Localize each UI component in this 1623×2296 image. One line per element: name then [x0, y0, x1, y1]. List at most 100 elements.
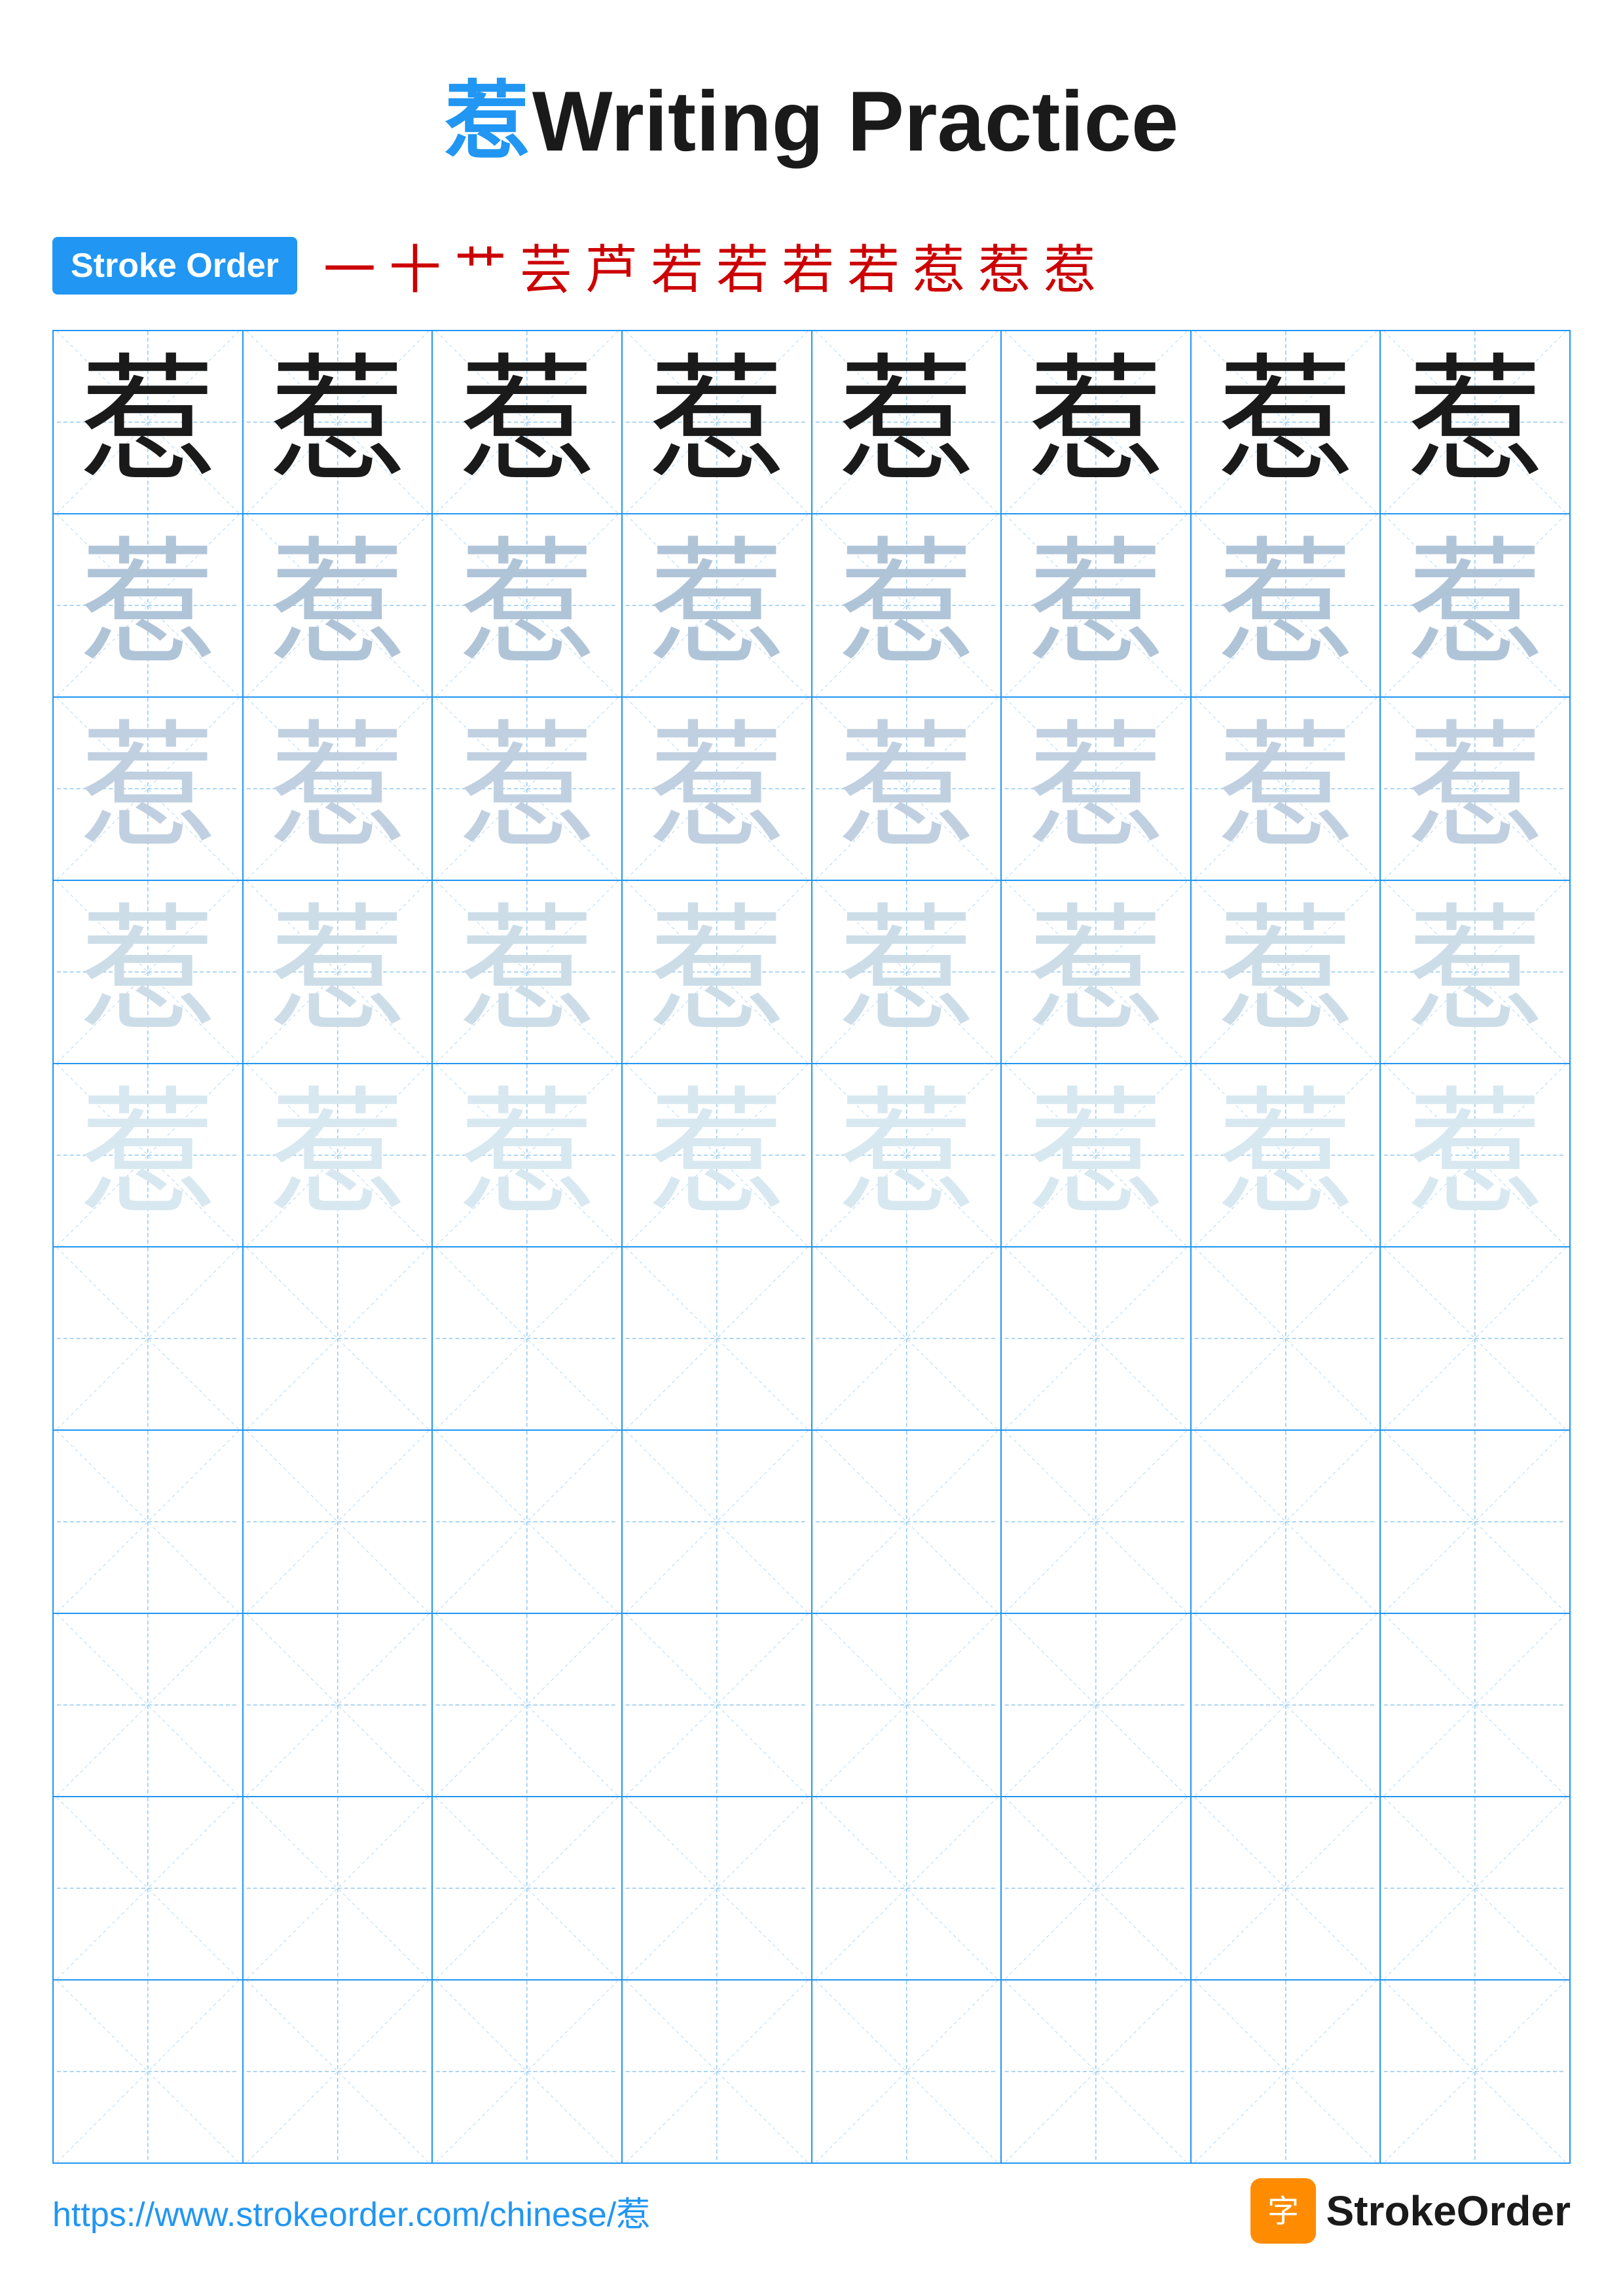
grid-cell [53, 1797, 243, 1980]
stroke-order-badge: Stroke Order [52, 237, 297, 295]
grid-cell [812, 1247, 1002, 1430]
grid-cell: 惹 [432, 880, 622, 1064]
grid-cell [243, 1980, 433, 2163]
stroke-char-4: 芸 [520, 228, 572, 304]
stroke-char-1: 一 [323, 228, 376, 304]
stroke-char-8: 若 [782, 228, 834, 304]
grid-cell [1380, 1980, 1570, 2163]
grid-cell [1191, 1613, 1381, 1797]
grid-cell [243, 1247, 433, 1430]
grid-cell: 惹 [1380, 697, 1570, 880]
practice-grid-container: 惹惹惹惹惹惹惹惹惹惹惹惹惹惹惹惹惹惹惹惹惹惹惹惹惹惹惹惹惹惹惹惹惹惹惹惹惹惹惹惹 [52, 330, 1571, 2164]
grid-cell: 惹 [1191, 880, 1381, 1064]
grid-cell: 惹 [1001, 880, 1191, 1064]
grid-cell: 惹 [432, 697, 622, 880]
footer: https://www.strokeorder.com/chinese/惹 字 … [0, 2178, 1623, 2244]
grid-cell [1380, 1613, 1570, 1797]
grid-cell: 惹 [243, 331, 433, 514]
grid-cell [622, 1613, 812, 1797]
grid-cell: 惹 [432, 331, 622, 514]
grid-cell: 惹 [53, 331, 243, 514]
grid-cell [53, 1613, 243, 1797]
grid-cell [1380, 1797, 1570, 1980]
grid-cell: 惹 [243, 514, 433, 697]
footer-url: https://www.strokeorder.com/chinese/惹 [52, 2187, 650, 2236]
grid-cell [243, 1613, 433, 1797]
grid-cell [1001, 1613, 1191, 1797]
grid-cell [1001, 1980, 1191, 2163]
grid-cell: 惹 [812, 331, 1002, 514]
grid-cell [812, 1430, 1002, 1613]
grid-cell: 惹 [53, 514, 243, 697]
stroke-char-3: 艹 [454, 228, 507, 304]
stroke-char-7: 若 [716, 228, 769, 304]
grid-cell [1001, 1247, 1191, 1430]
grid-cell: 惹 [1001, 1064, 1191, 1247]
grid-cell [1191, 1247, 1381, 1430]
grid-cell [812, 1980, 1002, 2163]
grid-cell [622, 1247, 812, 1430]
grid-cell [53, 1980, 243, 2163]
grid-cell: 惹 [812, 514, 1002, 697]
svg-text:字: 字 [1267, 2195, 1299, 2229]
grid-cell: 惹 [812, 880, 1002, 1064]
grid-cell: 惹 [243, 880, 433, 1064]
grid-cell [432, 1247, 622, 1430]
grid-cell: 惹 [432, 514, 622, 697]
grid-cell: 惹 [622, 880, 812, 1064]
grid-cell [1191, 1980, 1381, 2163]
grid-cell: 惹 [1380, 331, 1570, 514]
grid-cell: 惹 [1380, 514, 1570, 697]
grid-cell [1191, 1430, 1381, 1613]
grid-cell: 惹 [1191, 697, 1381, 880]
grid-cell [812, 1797, 1002, 1980]
title-text: Writing Practice [532, 73, 1178, 169]
grid-cell: 惹 [622, 697, 812, 880]
grid-cell: 惹 [1001, 331, 1191, 514]
grid-cell: 惹 [1191, 1064, 1381, 1247]
grid-cell [812, 1613, 1002, 1797]
grid-cell [1380, 1247, 1570, 1430]
grid-cell: 惹 [243, 697, 433, 880]
grid-cell: 惹 [622, 514, 812, 697]
grid-cell: 惹 [1001, 514, 1191, 697]
grid-cell [622, 1430, 812, 1613]
stroke-char-9: 若 [847, 228, 900, 304]
grid-cell [1191, 1797, 1381, 1980]
stroke-order-row: Stroke Order 一 十 艹 芸 芦 若 若 若 若 惹 惹 惹 [52, 228, 1571, 304]
grid-cell: 惹 [622, 1064, 812, 1247]
stroke-order-chars: 一 十 艹 芸 芦 若 若 若 若 惹 惹 惹 [323, 228, 1096, 304]
grid-cell: 惹 [1001, 697, 1191, 880]
grid-cell [432, 1430, 622, 1613]
grid-cell: 惹 [432, 1064, 622, 1247]
grid-cell: 惹 [622, 331, 812, 514]
grid-cell [1380, 1430, 1570, 1613]
grid-cell: 惹 [53, 697, 243, 880]
grid-cell [243, 1797, 433, 1980]
stroke-char-10: 惹 [913, 228, 965, 304]
grid-cell: 惹 [812, 697, 1002, 880]
grid-cell: 惹 [1191, 514, 1381, 697]
grid-cell [53, 1247, 243, 1430]
grid-cell: 惹 [243, 1064, 433, 1247]
grid-cell [243, 1430, 433, 1613]
stroke-char-11: 惹 [978, 228, 1030, 304]
grid-cell: 惹 [812, 1064, 1002, 1247]
grid-cell: 惹 [1380, 1064, 1570, 1247]
grid-cell [432, 1980, 622, 2163]
title-chinese-char: 惹 [445, 75, 530, 170]
grid-cell [622, 1980, 812, 2163]
grid-cell [53, 1430, 243, 1613]
grid-cell [432, 1797, 622, 1980]
logo-text: StrokeOrder [1326, 2187, 1571, 2235]
grid-cell: 惹 [53, 880, 243, 1064]
grid-cell: 惹 [53, 1064, 243, 1247]
stroke-char-6: 若 [651, 228, 703, 304]
stroke-char-2: 十 [389, 228, 441, 304]
stroke-char-5: 芦 [585, 228, 638, 304]
grid-cell [1001, 1430, 1191, 1613]
stroke-char-12: 惹 [1044, 228, 1096, 304]
page-title: 惹 Writing Practice [0, 0, 1623, 202]
grid-cell [1001, 1797, 1191, 1980]
grid-cell [432, 1613, 622, 1797]
